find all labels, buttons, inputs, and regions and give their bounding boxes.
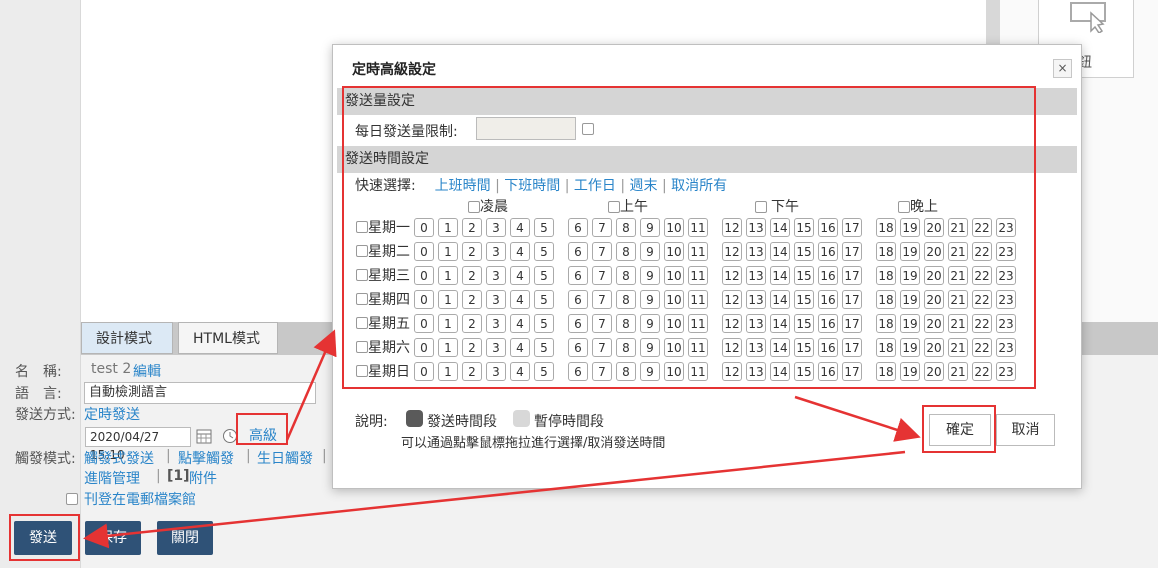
annotation-arrows [83,329,921,549]
